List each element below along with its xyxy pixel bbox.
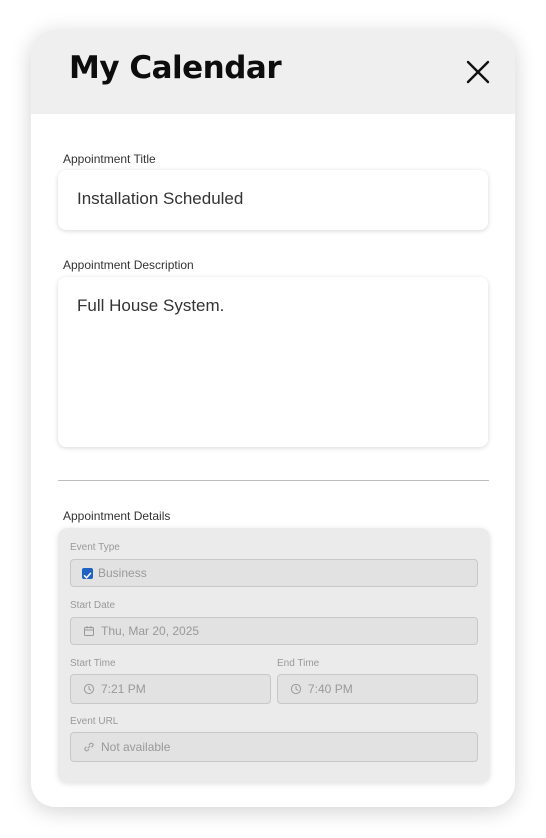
section-divider: [58, 480, 489, 481]
start-date-label: Start Date: [70, 600, 116, 611]
end-time-value: 7:40 PM: [308, 682, 353, 696]
event-type-label: Event Type: [70, 542, 120, 553]
checkbox-checked[interactable]: [82, 568, 93, 579]
event-type-field[interactable]: Business: [70, 559, 478, 587]
calendar-modal: My Calendar Appointment Title Installati…: [31, 30, 515, 807]
end-time-field[interactable]: 7:40 PM: [277, 674, 478, 704]
link-icon: [84, 742, 94, 752]
event-url-label: Event URL: [70, 716, 119, 727]
start-time-field[interactable]: 7:21 PM: [70, 674, 271, 704]
event-url-value: Not available: [101, 740, 171, 754]
appointment-details-panel: Event Type Business Start Date Thu, Mar …: [58, 528, 490, 783]
appointment-description-label: Appointment Description: [63, 258, 194, 272]
end-time-label: End Time: [277, 658, 320, 669]
appointment-details-label: Appointment Details: [63, 509, 171, 523]
clock-icon: [290, 683, 302, 695]
start-date-field[interactable]: Thu, Mar 20, 2025: [70, 617, 478, 645]
clock-icon: [83, 683, 95, 695]
calendar-icon: [84, 626, 94, 636]
appointment-title-value: Installation Scheduled: [77, 189, 244, 208]
appointment-title-label: Appointment Title: [63, 152, 156, 166]
close-icon[interactable]: [463, 57, 493, 87]
appointment-title-field[interactable]: Installation Scheduled: [58, 170, 488, 230]
appointment-description-value: Full House System.: [77, 296, 225, 315]
checkmark-icon: [83, 572, 92, 579]
start-time-label: Start Time: [70, 658, 116, 669]
event-type-value: Business: [98, 566, 147, 580]
event-url-field[interactable]: Not available: [70, 732, 478, 762]
appointment-description-field[interactable]: Full House System.: [58, 277, 488, 447]
start-time-value: 7:21 PM: [101, 682, 146, 696]
modal-title: My Calendar: [69, 50, 282, 86]
modal-header: My Calendar: [31, 30, 515, 114]
start-date-value: Thu, Mar 20, 2025: [101, 624, 200, 638]
